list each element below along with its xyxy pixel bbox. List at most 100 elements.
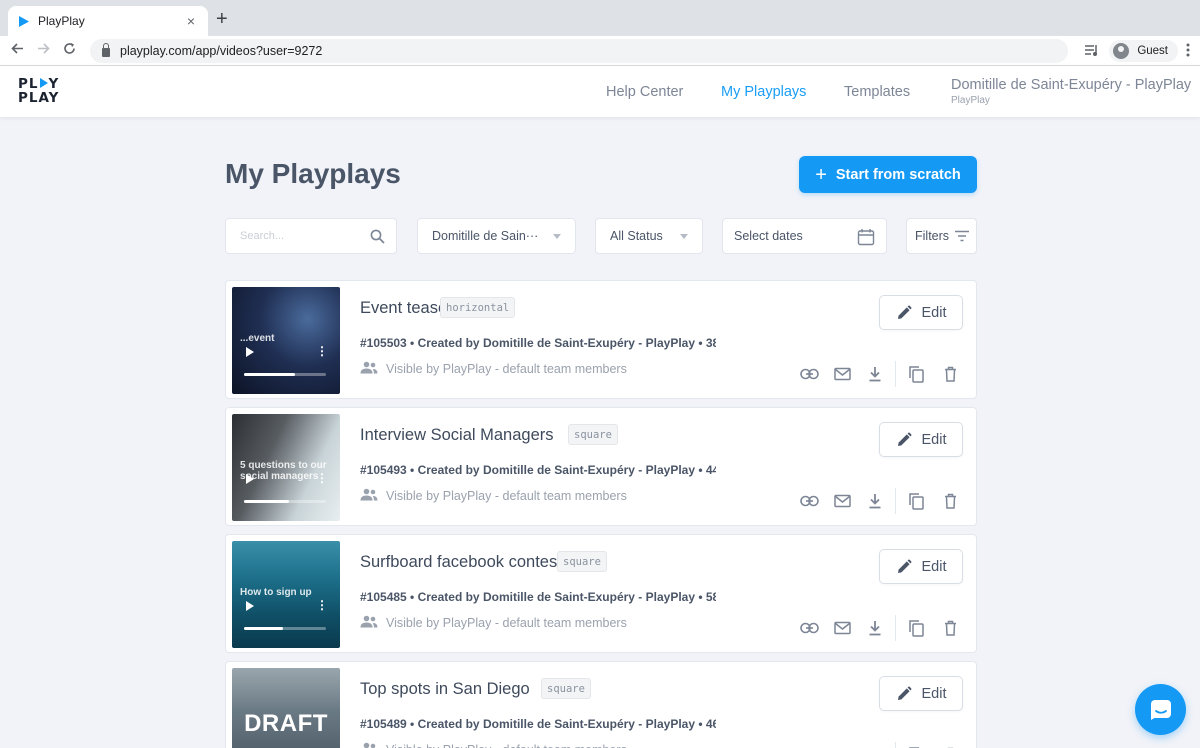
edit-button-label: Edit	[921, 431, 947, 448]
copy-link-icon[interactable]	[798, 617, 820, 639]
pencil-icon	[896, 686, 922, 702]
duplicate-icon[interactable]	[905, 744, 927, 748]
playplay-favicon-icon	[19, 15, 29, 27]
video-progress-bar[interactable]	[244, 500, 326, 503]
delete-icon[interactable]	[939, 490, 961, 512]
play-icon[interactable]	[246, 601, 254, 611]
video-title[interactable]: Surfboard facebook contest	[360, 553, 562, 572]
start-from-scratch-label: Start from scratch	[835, 166, 961, 183]
video-progress-bar[interactable]	[244, 373, 326, 376]
browser-menu-icon[interactable]	[1186, 43, 1190, 60]
play-triangle-icon	[39, 78, 48, 88]
team-members-icon	[360, 361, 386, 377]
copy-link-icon[interactable]	[798, 490, 820, 512]
more-vertical-icon[interactable]: ⋮	[316, 472, 328, 484]
video-meta: #105489 • Created by Domitille de Saint-…	[360, 717, 716, 731]
play-icon[interactable]	[246, 474, 254, 484]
video-card: ...event ⋮ Event teaser horizontal #105503 •…	[225, 280, 977, 399]
profile-name: Guest	[1137, 45, 1168, 57]
pencil-icon	[896, 305, 922, 321]
video-progress-bar[interactable]	[244, 627, 326, 630]
edit-button[interactable]: Edit	[879, 549, 963, 584]
user-name[interactable]: Domitille de Saint-Exupéry - PlayPlay	[951, 77, 1191, 93]
video-thumbnail[interactable]: DRAFT	[232, 668, 340, 748]
browser-tab[interactable]: PlayPlay ×	[8, 6, 208, 36]
edit-button-label: Edit	[921, 685, 947, 702]
email-icon[interactable]	[831, 490, 853, 512]
search-input[interactable]	[240, 230, 360, 242]
url-text: playplay.com/app/videos?user=9272	[120, 44, 323, 58]
browser-tabstrip: PlayPlay × +	[0, 0, 1200, 36]
video-visibility: Visible by PlayPlay - default team membe…	[360, 361, 627, 377]
edit-button[interactable]: Edit	[879, 295, 963, 330]
playplay-logo[interactable]: PL Y PLAY	[18, 77, 59, 105]
guest-avatar-icon	[1113, 43, 1130, 59]
download-icon[interactable]	[864, 490, 886, 512]
owner-select[interactable]: Domitille de Sain···	[417, 218, 576, 254]
pencil-icon	[896, 432, 922, 448]
profile-chip[interactable]: Guest	[1109, 40, 1178, 62]
chat-support-button[interactable]	[1135, 684, 1186, 735]
video-visibility: Visible by PlayPlay - default team membe…	[360, 615, 627, 631]
new-tab-button[interactable]: +	[216, 9, 228, 29]
address-bar[interactable]: playplay.com/app/videos?user=9272	[90, 39, 1068, 63]
forward-arrow-icon[interactable]	[30, 42, 56, 59]
app-header: PL Y PLAY Help Center My Playplays Templat…	[0, 66, 1200, 117]
team-members-icon	[360, 488, 386, 504]
nav-help-center[interactable]: Help Center	[606, 84, 683, 100]
copy-link-icon[interactable]	[798, 363, 820, 385]
nav-my-playplays[interactable]: My Playplays	[721, 84, 806, 100]
play-icon[interactable]	[246, 347, 254, 357]
duplicate-icon[interactable]	[905, 363, 927, 385]
video-title[interactable]: Event teaser	[360, 299, 453, 318]
duplicate-icon[interactable]	[905, 490, 927, 512]
edit-button[interactable]: Edit	[879, 676, 963, 711]
team-members-icon	[360, 742, 386, 748]
format-badge: horizontal	[440, 297, 516, 318]
search-icon[interactable]	[370, 229, 385, 244]
video-thumbnail[interactable]: ...event ⋮	[232, 287, 340, 394]
video-visibility: Visible by PlayPlay - default team membe…	[360, 488, 627, 504]
more-vertical-icon[interactable]: ⋮	[316, 345, 328, 357]
nav-templates[interactable]: Templates	[844, 84, 910, 100]
copy-link-icon[interactable]	[798, 744, 820, 748]
search-box[interactable]	[225, 218, 397, 254]
download-icon[interactable]	[864, 363, 886, 385]
email-icon[interactable]	[831, 363, 853, 385]
download-icon[interactable]	[864, 744, 886, 748]
start-from-scratch-button[interactable]: + Start from scratch	[799, 156, 977, 193]
reload-icon[interactable]	[56, 42, 82, 59]
action-divider	[895, 615, 896, 641]
action-divider	[895, 742, 896, 748]
video-thumbnail[interactable]: 5 questions to our social managers ⋮	[232, 414, 340, 521]
thumbnail-caption: How to sign up	[240, 587, 312, 598]
chevron-down-icon	[553, 234, 561, 239]
close-tab-icon[interactable]: ×	[182, 13, 200, 29]
pencil-icon	[896, 559, 922, 575]
filters-button[interactable]: Filters	[906, 218, 977, 254]
video-title[interactable]: Top spots in San Diego	[360, 680, 530, 699]
delete-icon[interactable]	[939, 744, 961, 748]
visibility-text: Visible by PlayPlay - default team membe…	[386, 616, 627, 630]
visibility-text: Visible by PlayPlay - default team membe…	[386, 743, 627, 748]
download-icon[interactable]	[864, 617, 886, 639]
video-card: How to sign up ⋮ Surfboard facebook contes…	[225, 534, 977, 653]
delete-icon[interactable]	[939, 617, 961, 639]
media-queue-icon[interactable]	[1084, 43, 1099, 59]
video-title[interactable]: Interview Social Managers	[360, 426, 554, 445]
format-badge: square	[557, 551, 607, 572]
edit-button[interactable]: Edit	[879, 422, 963, 457]
video-thumbnail[interactable]: How to sign up ⋮	[232, 541, 340, 648]
edit-button-label: Edit	[921, 304, 947, 321]
page-title: My Playplays	[225, 158, 401, 189]
date-picker[interactable]: Select dates	[722, 218, 887, 254]
delete-icon[interactable]	[939, 363, 961, 385]
email-icon[interactable]	[831, 617, 853, 639]
duplicate-icon[interactable]	[905, 617, 927, 639]
more-vertical-icon[interactable]: ⋮	[316, 599, 328, 611]
email-icon[interactable]	[831, 744, 853, 748]
back-arrow-icon[interactable]	[4, 42, 30, 59]
status-select[interactable]: All Status	[595, 218, 703, 254]
browser-toolbar: playplay.com/app/videos?user=9272 Guest	[0, 36, 1200, 66]
status-select-value: All Status	[610, 229, 663, 243]
